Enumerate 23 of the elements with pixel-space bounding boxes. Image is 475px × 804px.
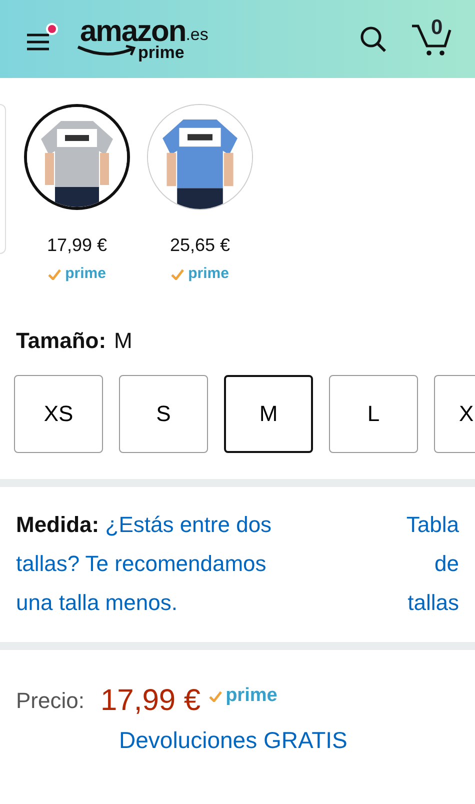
search-button[interactable]: [359, 25, 387, 53]
size-value: M: [114, 328, 132, 353]
checkmark-icon: [208, 690, 222, 702]
prime-label: prime: [208, 682, 278, 710]
size-chart-link[interactable]: Tabla de tallas: [379, 504, 459, 622]
swatch-price: 17,99 €: [46, 234, 108, 257]
checkmark-icon: [48, 268, 62, 280]
size-option[interactable]: M: [224, 374, 313, 453]
checkmark-icon: [171, 268, 184, 280]
swatch-price: 25,65 €: [170, 234, 230, 257]
price-label: Precio:: [16, 686, 84, 715]
prime-label: prime: [171, 263, 229, 286]
prime-label: prime: [48, 263, 106, 286]
size-option[interactable]: S: [119, 374, 208, 453]
price-value: 17,99 €: [100, 682, 201, 719]
fit-text: Medida: ¿Estás entre dos tallas? Te recomendamos una talla menos.: [16, 510, 273, 617]
free-returns-link[interactable]: Devoluciones GRATIS: [119, 722, 348, 758]
size-option[interactable]: L: [329, 374, 418, 453]
size-option[interactable]: XS: [14, 374, 103, 453]
search-icon: [359, 25, 387, 53]
size-label: Tamaño:: [16, 328, 106, 353]
amazon-logo[interactable]: amazon.es prime: [80, 17, 208, 61]
size-option[interactable]: X: [434, 374, 475, 453]
